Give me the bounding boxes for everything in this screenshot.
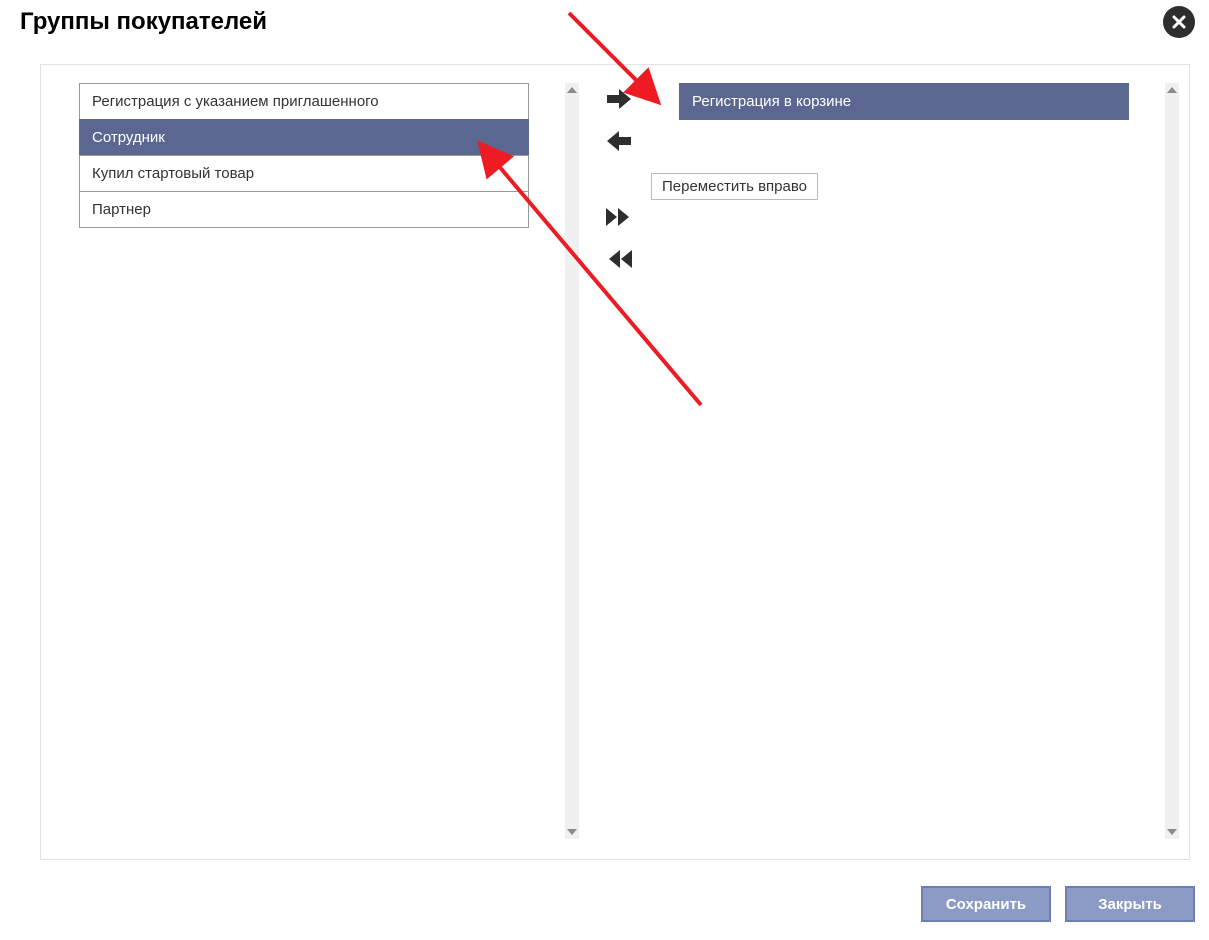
list-item[interactable]: Регистрация с указанием приглашенного xyxy=(79,83,529,120)
move-all-right-button[interactable] xyxy=(603,201,635,233)
dialog-title: Группы покупателей xyxy=(20,8,267,36)
dialog-footer: Сохранить Закрыть xyxy=(921,886,1195,922)
available-list: Регистрация с указанием приглашенного Со… xyxy=(79,83,529,228)
double-arrow-left-icon xyxy=(604,248,634,270)
scroll-up-icon[interactable] xyxy=(1165,83,1179,97)
list-item[interactable]: Партнер xyxy=(79,191,529,228)
dialog-body: Регистрация с указанием приглашенного Со… xyxy=(40,64,1190,860)
save-button[interactable]: Сохранить xyxy=(921,886,1051,922)
scroll-down-icon[interactable] xyxy=(565,825,579,839)
list-item[interactable]: Сотрудник xyxy=(79,119,529,156)
arrow-left-icon xyxy=(605,129,633,153)
double-arrow-right-icon xyxy=(604,206,634,228)
move-left-button[interactable] xyxy=(603,125,635,157)
close-button[interactable]: Закрыть xyxy=(1065,886,1195,922)
move-all-left-button[interactable] xyxy=(603,243,635,275)
left-scrollbar[interactable] xyxy=(565,83,579,839)
close-dialog-button[interactable] xyxy=(1163,6,1195,38)
transfer-controls xyxy=(599,83,639,275)
available-list-panel: Регистрация с указанием приглашенного Со… xyxy=(79,83,579,839)
right-scrollbar[interactable] xyxy=(1165,83,1179,839)
close-icon xyxy=(1171,14,1187,30)
selected-list: Регистрация в корзине xyxy=(679,83,1129,120)
move-right-tooltip: Переместить вправо xyxy=(651,173,818,200)
scroll-up-icon[interactable] xyxy=(565,83,579,97)
list-item[interactable]: Купил стартовый товар xyxy=(79,155,529,192)
move-right-button[interactable] xyxy=(603,83,635,115)
scroll-down-icon[interactable] xyxy=(1165,825,1179,839)
arrow-right-icon xyxy=(605,87,633,111)
list-item[interactable]: Регистрация в корзине xyxy=(679,83,1129,120)
